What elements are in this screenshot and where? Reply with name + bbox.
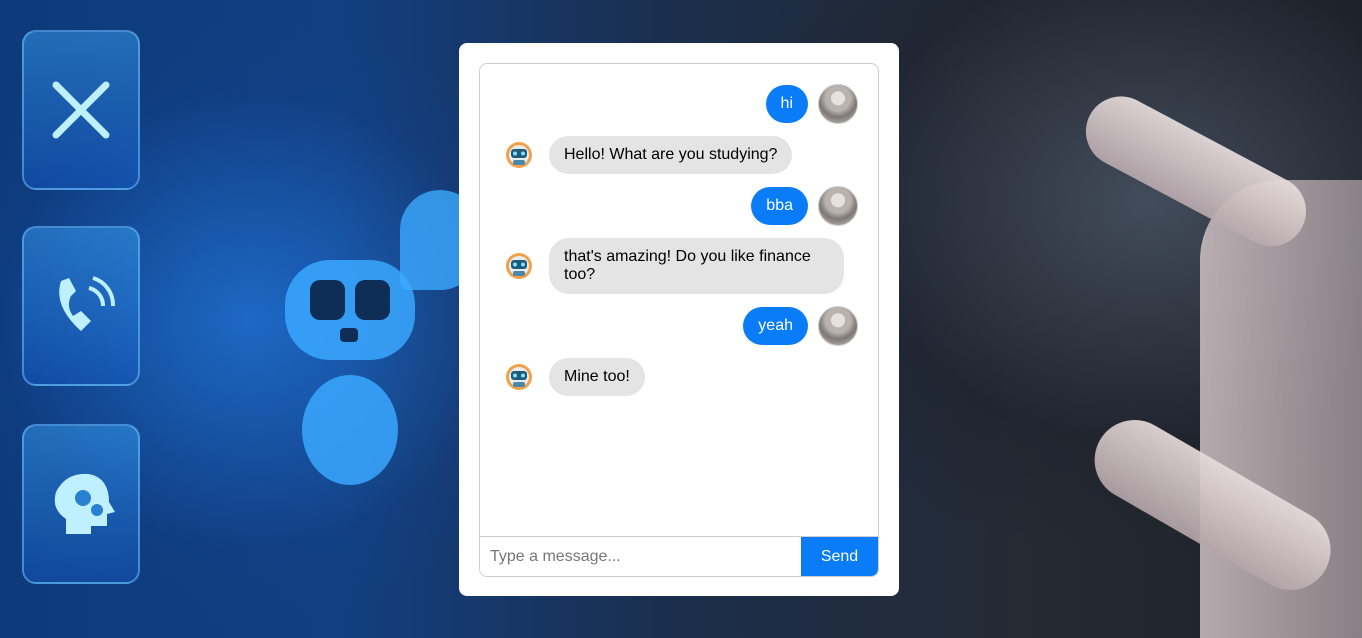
robot-illustration bbox=[285, 260, 415, 485]
robot-avatar-icon bbox=[506, 364, 532, 390]
bot-message: Hello! What are you studying? bbox=[500, 136, 858, 174]
user-message-bubble: bba bbox=[751, 187, 808, 225]
bot-message: that's amazing! Do you like finance too? bbox=[500, 238, 858, 294]
finger-illustration bbox=[1073, 84, 1319, 259]
send-button[interactable]: Send bbox=[801, 537, 878, 576]
bot-message-bubble: Mine too! bbox=[549, 358, 645, 396]
user-message: bba bbox=[500, 186, 858, 226]
user-avatar-icon bbox=[818, 84, 858, 124]
user-message-bubble: yeah bbox=[743, 307, 808, 345]
chat-card: hi Hello! What are you studying? bba tha… bbox=[459, 43, 899, 596]
user-avatar-icon bbox=[818, 306, 858, 346]
user-message: hi bbox=[500, 84, 858, 124]
user-message: yeah bbox=[500, 306, 858, 346]
bot-message-bubble: Hello! What are you studying? bbox=[549, 136, 793, 174]
user-message-bubble: hi bbox=[765, 85, 808, 123]
head-gears-icon bbox=[22, 424, 140, 584]
bot-message: Mine too! bbox=[500, 358, 858, 396]
composer: Send bbox=[480, 536, 878, 576]
chat-window: hi Hello! What are you studying? bba tha… bbox=[479, 63, 879, 577]
user-avatar-icon bbox=[818, 186, 858, 226]
phone-icon bbox=[22, 226, 140, 386]
robot-avatar-icon bbox=[506, 142, 532, 168]
message-input[interactable] bbox=[480, 537, 801, 576]
bot-message-bubble: that's amazing! Do you like finance too? bbox=[549, 238, 844, 294]
tools-icon bbox=[22, 30, 140, 190]
robot-avatar-icon bbox=[506, 253, 532, 279]
message-list: hi Hello! What are you studying? bba tha… bbox=[480, 64, 878, 536]
